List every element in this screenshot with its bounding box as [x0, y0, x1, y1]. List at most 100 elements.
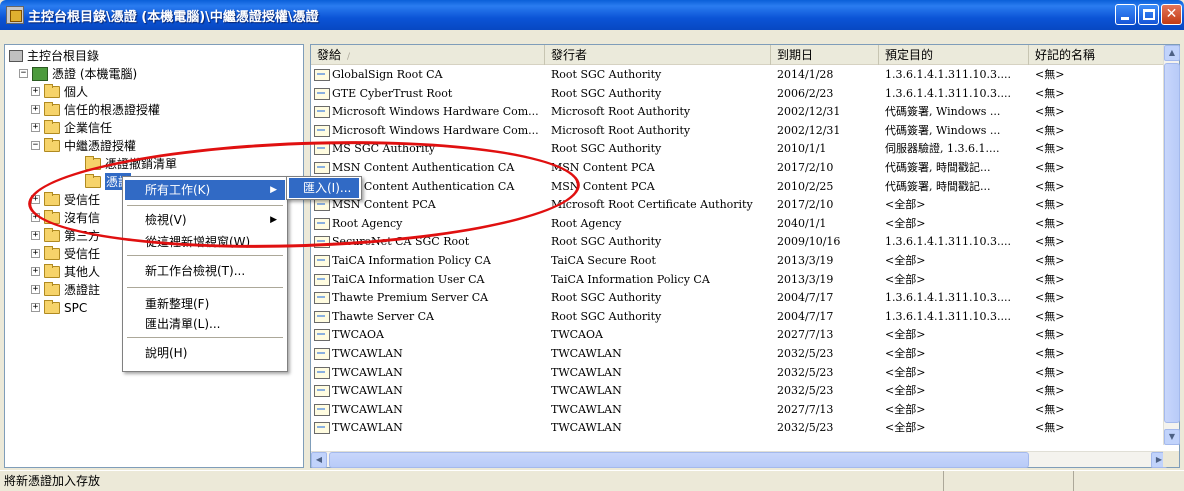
table-row[interactable]: Microsoft Windows Hardware Com... Microso… [311, 103, 1167, 121]
table-row[interactable]: TWCAWLAN TWCAWLAN 2032/5/23 <全部> <無> [311, 382, 1167, 400]
table-row[interactable]: TWCAOA TWCAOA 2027/7/13 <全部> <無> [311, 326, 1167, 344]
expand-icon[interactable]: + [31, 105, 40, 114]
tree-item[interactable]: + 受信任 [31, 245, 100, 262]
table-row[interactable]: TWCAWLAN TWCAWLAN 2032/5/23 <全部> <無> [311, 364, 1167, 382]
cell-text: 2002/12/31 [777, 123, 841, 137]
expand-icon[interactable]: + [31, 213, 40, 222]
tree-item[interactable]: 憑證撤銷清單 [85, 155, 177, 172]
menu-separator [127, 337, 283, 338]
tree-item[interactable]: + 其他人 [31, 263, 100, 280]
table-row[interactable]: Root Agency Root Agency 2040/1/1 <全部> <無> [311, 215, 1167, 233]
tree-item[interactable]: + 憑證註 [31, 281, 100, 298]
table-row[interactable]: MSN Content Authentication CA MSN Content… [311, 159, 1167, 177]
expand-icon[interactable]: + [31, 267, 40, 276]
table-row[interactable]: MSN Content PCA Microsoft Root Certificat… [311, 196, 1167, 214]
table-row[interactable]: TWCAWLAN TWCAWLAN 2027/7/13 <全部> <無> [311, 401, 1167, 419]
tree-item[interactable]: 主控台根目錄 [9, 47, 99, 64]
table-cell: 伺服器驗證, 1.3.6.1.... [885, 140, 1027, 158]
table-cell: 2032/5/23 [777, 419, 877, 437]
title-bar[interactable]: 主控台根目錄\憑證 (本機電腦)\中繼憑證授權\憑證 ✕ [0, 0, 1184, 30]
mmc-app-icon[interactable] [6, 6, 24, 24]
expand-icon[interactable]: + [31, 249, 40, 258]
column-header[interactable]: 好記的名稱 [1029, 45, 1167, 65]
certificate-list[interactable]: 發給 / 發行者 到期日 預定目的 好記的名稱 GlobalSign Root CA Roo… [310, 44, 1180, 468]
tree-item[interactable]: + 第三方 [31, 227, 100, 244]
menu-item-label: 新工作台檢視(T)... [145, 264, 246, 278]
expand-icon[interactable]: + [31, 87, 40, 96]
cell-text: <無> [1035, 235, 1065, 249]
column-header[interactable]: 到期日 [771, 45, 879, 65]
menu-item-all-tasks[interactable]: 所有工作(K) ▶ [125, 180, 285, 200]
table-row[interactable]: Thawte Server CA Root SGC Authority 2004/7… [311, 308, 1167, 326]
tree-item-label: 主控台根目錄 [27, 49, 100, 63]
column-header[interactable]: 發給 / [311, 45, 545, 65]
table-row[interactable]: MS SGC Authority Root SGC Authority 2010/1… [311, 140, 1167, 158]
table-cell: 2032/5/23 [777, 345, 877, 363]
table-row[interactable]: GlobalSign Root CA Root SGC Authority 2014… [311, 66, 1167, 84]
scroll-down-button[interactable]: ▼ [1164, 429, 1180, 445]
menu-item-view[interactable]: 檢視(V) ▶ [125, 210, 285, 230]
table-row[interactable]: SecureNet CA SGC Root Root SGC Authority 2… [311, 233, 1167, 251]
menu-item-new-taskpad-view[interactable]: 新工作台檢視(T)... [125, 261, 285, 281]
menu-item-import[interactable]: 匯入(I)... [289, 178, 359, 198]
vertical-scroll-thumb[interactable] [1164, 63, 1180, 423]
tree-item-label: 個人 [64, 85, 89, 99]
cell-text: Root SGC Authority [551, 291, 662, 305]
cell-text: <無> [1035, 402, 1065, 416]
cell-text: TaiCA Information User CA [332, 272, 485, 286]
expand-icon[interactable]: + [31, 123, 40, 132]
menu-item-new-window[interactable]: 從這裡新增視窗(W) [125, 232, 285, 252]
folder-icon [44, 227, 60, 242]
table-row[interactable]: GTE CyberTrust Root Root SGC Authority 200… [311, 85, 1167, 103]
table-cell: <全部> [885, 252, 1027, 270]
tree-item[interactable]: + 信任的根憑證授權 [31, 101, 160, 118]
close-button[interactable]: ✕ [1161, 4, 1182, 25]
table-row[interactable]: TWCAWLAN TWCAWLAN 2032/5/23 <全部> <無> [311, 345, 1167, 363]
horizontal-scroll-thumb[interactable] [329, 452, 1029, 468]
tree-item[interactable]: + 沒有信 [31, 209, 100, 226]
menu-item-export-list[interactable]: 匯出清單(L)... [125, 314, 285, 334]
cell-text: <無> [1035, 161, 1065, 174]
cell-text: <無> [1035, 216, 1065, 230]
menu-item-refresh[interactable]: 重新整理(F) [125, 294, 285, 314]
expand-icon[interactable]: + [31, 195, 40, 204]
column-header[interactable]: 發行者 [545, 45, 771, 65]
tree-item[interactable]: + 受信任 [31, 191, 100, 208]
table-cell: <全部> [885, 271, 1027, 289]
table-row[interactable]: TWCAWLAN TWCAWLAN 2032/5/23 <全部> <無> [311, 419, 1167, 437]
column-header[interactable]: 預定目的 [879, 45, 1029, 65]
tree-item[interactable]: − 憑證 (本機電腦) [19, 65, 137, 82]
horizontal-scrollbar[interactable]: ◀ ▶ [311, 451, 1167, 468]
scroll-up-button[interactable]: ▲ [1164, 45, 1180, 61]
collapse-icon[interactable]: − [31, 141, 40, 150]
vertical-scrollbar[interactable]: ▲ ▼ [1163, 45, 1180, 445]
scroll-left-button[interactable]: ◀ [311, 452, 327, 468]
maximize-button[interactable] [1138, 4, 1159, 25]
tree-item[interactable]: − 中繼憑證授權 [31, 137, 136, 154]
expand-icon[interactable]: + [31, 303, 40, 312]
folder-icon [44, 299, 60, 314]
table-cell: 2014/1/28 [777, 66, 877, 84]
tree-item[interactable]: + SPC [31, 299, 87, 316]
tree-item[interactable]: + 個人 [31, 83, 88, 100]
table-cell: Microsoft Windows Hardware Com... [311, 103, 545, 121]
table-row[interactable]: Microsoft Windows Hardware Com... Microso… [311, 122, 1167, 140]
table-row[interactable]: TaiCA Information Policy CA TaiCA Secure … [311, 252, 1167, 270]
certificate-icon [314, 217, 330, 230]
table-cell: <無> [1035, 364, 1165, 382]
expand-icon[interactable]: + [31, 285, 40, 294]
table-row[interactable]: Thawte Premium Server CA Root SGC Authori… [311, 289, 1167, 307]
menu-item-help[interactable]: 說明(H) [125, 343, 285, 363]
table-cell: TaiCA Information Policy CA [311, 252, 545, 270]
expand-icon[interactable]: + [31, 231, 40, 240]
cell-text: 代碼簽署, Windows ... [885, 123, 1001, 137]
collapse-icon[interactable]: − [19, 69, 28, 78]
table-row[interactable]: TaiCA Information User CA TaiCA Informati… [311, 271, 1167, 289]
folder-icon [44, 137, 60, 152]
minimize-button[interactable] [1115, 4, 1136, 25]
cell-text: <全部> [885, 198, 926, 212]
tree-item[interactable]: + 企業信任 [31, 119, 112, 136]
table-row[interactable]: MSN Content Authentication CA MSN Content… [311, 178, 1167, 196]
cell-text: <無> [1035, 254, 1065, 267]
cell-text: Root SGC Authority [551, 86, 662, 100]
